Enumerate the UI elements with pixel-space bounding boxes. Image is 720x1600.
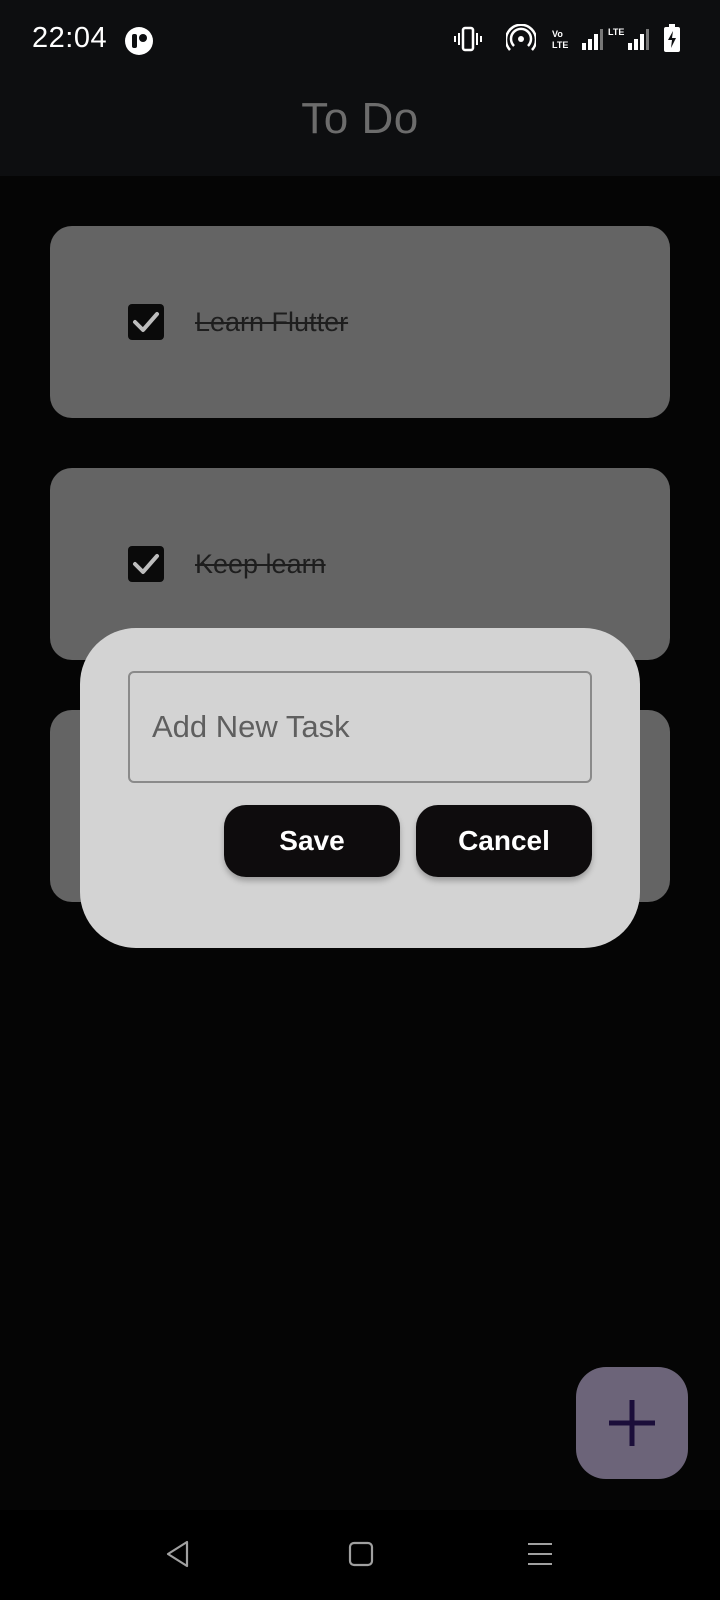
vibrate-icon bbox=[454, 26, 482, 52]
add-task-input[interactable] bbox=[128, 671, 592, 783]
task-checkbox[interactable] bbox=[128, 546, 164, 582]
task-card: Learn Flutter bbox=[50, 226, 670, 418]
status-time: 22:04 bbox=[32, 22, 108, 54]
add-task-fab[interactable] bbox=[576, 1367, 688, 1479]
lte-signal-icon: LTE bbox=[608, 27, 649, 50]
hotspot-icon bbox=[506, 24, 536, 51]
task-checkbox[interactable] bbox=[128, 304, 164, 340]
svg-text:LTE: LTE bbox=[552, 40, 568, 50]
page-title: To Do bbox=[301, 94, 419, 143]
check-icon bbox=[133, 554, 159, 574]
add-task-dialog: Save Cancel bbox=[80, 628, 640, 948]
signal-icon bbox=[582, 29, 603, 50]
back-icon[interactable] bbox=[165, 1540, 191, 1568]
volte-icon: Vo LTE bbox=[552, 29, 568, 50]
svg-text:LTE: LTE bbox=[608, 27, 624, 37]
check-icon bbox=[133, 312, 159, 332]
task-label: Keep learn bbox=[195, 549, 326, 579]
navigation-bar bbox=[0, 1510, 720, 1600]
task-label: Learn Flutter bbox=[195, 307, 349, 337]
svg-text:Vo: Vo bbox=[552, 29, 563, 39]
app-bar: To Do bbox=[0, 80, 720, 176]
battery-charging-icon bbox=[664, 24, 680, 52]
status-bar: 22:04 Vo LTE LTE bbox=[0, 0, 720, 80]
home-icon[interactable] bbox=[348, 1540, 374, 1568]
save-button[interactable]: Save bbox=[224, 805, 400, 877]
app-notification-icon bbox=[125, 27, 153, 55]
plus-icon bbox=[609, 1400, 655, 1446]
menu-icon[interactable] bbox=[527, 1540, 553, 1568]
cancel-button[interactable]: Cancel bbox=[416, 805, 592, 877]
